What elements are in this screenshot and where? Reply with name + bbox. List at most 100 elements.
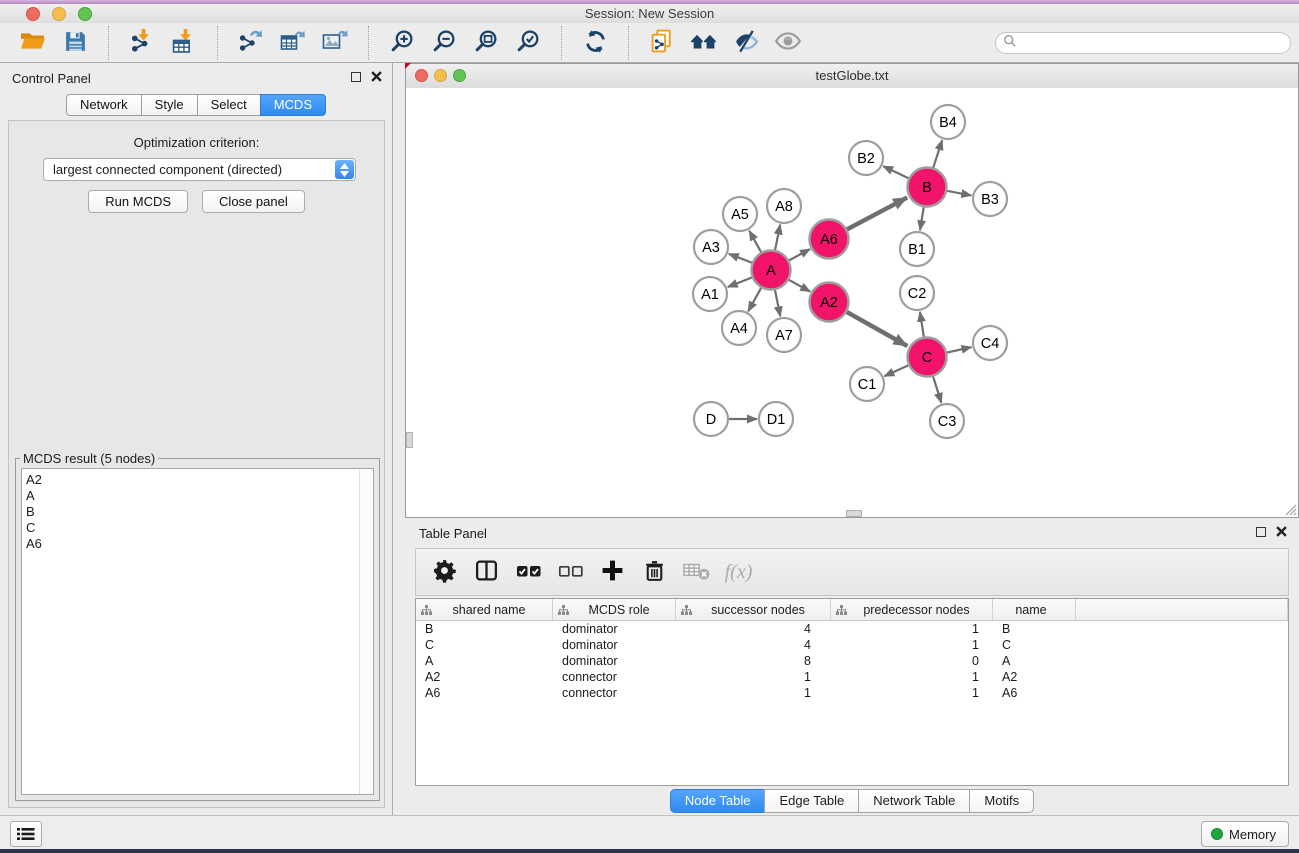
zoom-in-button[interactable] — [381, 25, 423, 61]
graph-edge-B-B1[interactable] — [920, 204, 924, 230]
column-header-successor-nodes[interactable]: successor nodes — [676, 599, 831, 620]
graph-node-A6[interactable]: A6 — [810, 220, 849, 259]
graph-node-B1[interactable]: B1 — [900, 232, 934, 266]
table-row[interactable]: Bdominator41B — [416, 621, 1288, 637]
table-cell[interactable]: 0 — [831, 653, 993, 669]
graph-edge-A-A3[interactable] — [729, 254, 755, 264]
result-item[interactable]: A — [22, 488, 373, 504]
graph-node-B[interactable]: B — [908, 168, 947, 207]
graph-node-A2[interactable]: A2 — [810, 283, 849, 322]
table-cell[interactable]: C — [416, 637, 553, 653]
result-item[interactable]: A2 — [22, 472, 373, 488]
tab-style[interactable]: Style — [141, 94, 198, 116]
graph-node-B4[interactable]: B4 — [931, 105, 965, 139]
table-cell[interactable]: 4 — [676, 637, 831, 653]
tab-edge-table[interactable]: Edge Table — [764, 789, 859, 813]
graph-edge-A-A5[interactable] — [749, 231, 762, 255]
table-cell[interactable]: A2 — [993, 669, 1076, 685]
graph-node-C1[interactable]: C1 — [850, 367, 884, 401]
zoom-fit-button[interactable] — [465, 25, 507, 61]
graph-node-C2[interactable]: C2 — [900, 276, 934, 310]
tab-network-table[interactable]: Network Table — [858, 789, 970, 813]
graph-node-A7[interactable]: A7 — [767, 318, 801, 352]
graph-edge-A-A7[interactable] — [774, 287, 780, 316]
table-cell[interactable]: dominator — [553, 637, 676, 653]
export-image-button[interactable] — [314, 25, 356, 61]
graph-node-A[interactable]: A — [752, 251, 791, 290]
resize-grip-icon[interactable] — [1283, 502, 1297, 516]
table-cell[interactable]: A2 — [416, 669, 553, 685]
show-panels-button[interactable] — [10, 821, 42, 847]
table-cell[interactable]: B — [416, 621, 553, 637]
graph-node-A8[interactable]: A8 — [767, 189, 801, 223]
table-cell[interactable]: 1 — [831, 637, 993, 653]
graph-edge-A-A6[interactable] — [786, 249, 810, 262]
graph-node-A3[interactable]: A3 — [694, 230, 728, 264]
result-scrollbar[interactable] — [359, 469, 373, 794]
graph-edge-C-C1[interactable] — [884, 364, 911, 376]
column-header-name[interactable]: name — [993, 599, 1076, 620]
search-box[interactable] — [995, 32, 1291, 54]
graph-node-D[interactable]: D — [694, 402, 728, 436]
network-canvas[interactable]: B4B2BB3A8A5A6A3B1AA1C2A2A4A7C4CC1C3DD1 — [406, 88, 1298, 517]
graph-edge-B-B4[interactable] — [932, 140, 942, 170]
column-header-predecessor-nodes[interactable]: predecessor nodes — [831, 599, 993, 620]
close-table-panel-icon[interactable] — [1276, 526, 1287, 537]
import-table-button[interactable] — [163, 25, 205, 61]
table-row[interactable]: Cdominator41C — [416, 637, 1288, 653]
search-input[interactable] — [1022, 34, 1290, 51]
table-cell[interactable]: 1 — [831, 669, 993, 685]
deselect-all-button[interactable] — [552, 553, 589, 591]
graph-edge-A-A8[interactable] — [774, 225, 780, 253]
table-cell[interactable]: connector — [553, 685, 676, 701]
table-cell[interactable]: A6 — [993, 685, 1076, 701]
export-network-button[interactable] — [230, 25, 272, 61]
delete-column-button[interactable] — [636, 553, 673, 591]
table-settings-button[interactable] — [426, 553, 463, 591]
table-cell[interactable]: 1 — [676, 669, 831, 685]
graph-node-C3[interactable]: C3 — [930, 404, 964, 438]
result-item[interactable]: A6 — [22, 536, 373, 552]
tab-network[interactable]: Network — [66, 94, 142, 116]
home-view-button[interactable] — [683, 25, 725, 61]
graph-edge-B-B2[interactable] — [883, 166, 911, 179]
export-table-button[interactable] — [272, 25, 314, 61]
graph-node-A5[interactable]: A5 — [723, 197, 757, 231]
float-table-panel-icon[interactable] — [1256, 527, 1266, 537]
column-header-MCDS-role[interactable]: MCDS role — [553, 599, 676, 620]
graph-node-A4[interactable]: A4 — [722, 311, 756, 345]
table-cell[interactable]: 1 — [676, 685, 831, 701]
graph-node-B3[interactable]: B3 — [973, 182, 1007, 216]
graph-node-A1[interactable]: A1 — [693, 277, 727, 311]
tab-select[interactable]: Select — [197, 94, 261, 116]
graph-edge-C-C3[interactable] — [932, 374, 941, 403]
table-cell[interactable]: 8 — [676, 653, 831, 669]
result-item[interactable]: B — [22, 504, 373, 520]
table-cell[interactable]: 1 — [831, 685, 993, 701]
table-cell[interactable]: 1 — [831, 621, 993, 637]
graphics-details-button[interactable] — [725, 25, 767, 61]
table-cell[interactable]: connector — [553, 669, 676, 685]
column-layout-button[interactable] — [468, 553, 505, 591]
save-session-button[interactable] — [54, 25, 96, 61]
select-all-button[interactable] — [510, 553, 547, 591]
graph-edge-A-A4[interactable] — [748, 285, 762, 311]
graph-edge-A-A1[interactable] — [728, 276, 755, 287]
graph-edge-B-B3[interactable] — [944, 190, 971, 195]
horizontal-scroll-thumb[interactable] — [846, 510, 862, 517]
import-network-button[interactable] — [121, 25, 163, 61]
graph-edge-C-C4[interactable] — [944, 347, 971, 353]
column-header-shared-name[interactable]: shared name — [416, 599, 553, 620]
graph-edge-A2-C[interactable] — [844, 311, 907, 346]
close-panel-icon[interactable] — [371, 71, 382, 82]
float-panel-icon[interactable] — [351, 72, 361, 82]
vertical-scroll-thumb[interactable] — [406, 432, 413, 448]
graph-node-C4[interactable]: C4 — [973, 326, 1007, 360]
add-column-button[interactable] — [594, 553, 631, 591]
graph-node-D1[interactable]: D1 — [759, 402, 793, 436]
table-cell[interactable]: B — [993, 621, 1076, 637]
zoom-selected-button[interactable] — [507, 25, 549, 61]
refresh-layout-button[interactable] — [574, 25, 616, 61]
graph-node-B2[interactable]: B2 — [849, 141, 883, 175]
table-row[interactable]: Adominator80A — [416, 653, 1288, 669]
